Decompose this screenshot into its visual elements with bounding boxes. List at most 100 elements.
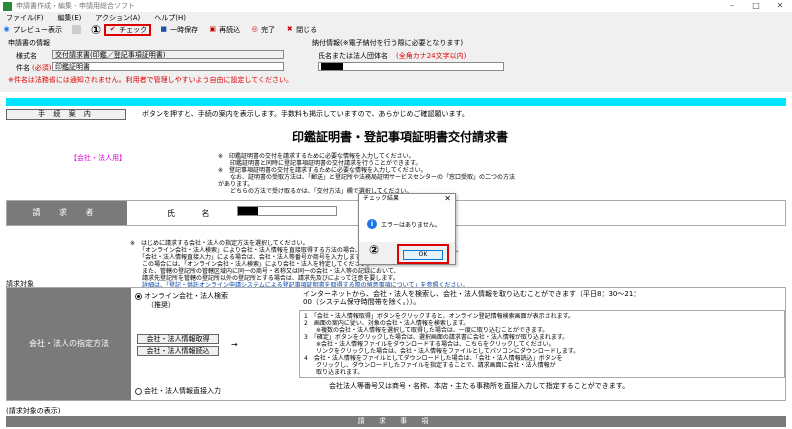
guide-text: ボタンを押すと、手続の案内を表示します。手数料も掲示していますので、あらかじめご… [142,110,469,118]
menu-action[interactable]: アクション(A) [95,13,140,23]
finish-label: 完了 [261,25,276,34]
direct-input-radio[interactable] [135,387,142,395]
form-name-label: 様式名 [16,52,37,60]
subject-label: 件名 [16,64,30,72]
save-draft-label: 一時保存 [170,25,199,34]
menu-edit[interactable]: 編集(E) [58,13,82,23]
close-label: 閉じる [296,25,318,34]
step1-marker: ① [91,22,102,37]
check-label: チェック [119,25,148,34]
step-line: ※会社・法人情報ファイルをダウンロードする場合は、こちらをクリックしてください。 [304,341,555,348]
step-line: 取り込まれます。 [304,369,364,376]
main-notes: ※ 印鑑証明書の交付を請求するために必要な情報を入力してください。 印鑑証明書と… [218,153,518,195]
subject-notes: ※ はじめに請求する会社・法人の指定方法を選択してください。 「オンライン会社・… [130,240,560,289]
finish-icon: ◎ [251,25,258,33]
steps-box: 1 「会社・法人情報取得」ボタンをクリックすると、オンライン登記情報検索画面が表… [299,310,785,378]
step-line: 3 「確定」ボタンをクリックした場合は、選択画面の請求書に会社・法人情報が取り込… [304,334,569,341]
payment-title: 納付情報(※電子納付を行う際に必要となります) [312,39,464,47]
menu-file[interactable]: ファイル(F) [6,13,44,23]
specify-method-row: 会社・法人の指定方法 オンライン会社・法人検索 （推奨） インターネットから、会… [6,287,786,401]
subject-note: 「オンライン会社・法人検索」により会社・法人情報を直接取得する方法の場合、会社・… [130,247,463,254]
direct-input-option[interactable]: 会社・法人情報直接入力 [135,386,221,396]
ok-button[interactable]: OK [403,250,443,260]
subject-note: ※ はじめに請求する会社・法人の指定方法を選択してください。 [130,240,309,247]
window-title: 申請書作成・編集 - 申請用総合ソフト [16,2,135,10]
payer-hint: (全角カナ24文字以内) [396,52,467,60]
finish-button[interactable]: ◎ 完了 [248,24,277,35]
cyan-separator [6,98,786,106]
request-info-title: 申請書の情報 [8,39,50,47]
payer-label: 氏名または法人団体名 [318,52,388,60]
dialog-title: チェック結果 [363,195,400,202]
reload-label: 再読込 [219,25,241,34]
menu-help[interactable]: ヘルプ(H) [154,13,186,23]
step-line: リンクをクリックした場合は、会社・法人情報をファイルとしてパソコンにダウンロード… [304,348,580,355]
maximize-button[interactable]: □ [746,0,766,12]
minimize-button[interactable]: – [722,0,742,12]
subject-note: 「会社・法人情報直接入力」による場合は、会社・法人等番号か商号を入力します。 [130,254,367,261]
payer-input[interactable] [318,62,504,71]
load-corp-info-button[interactable]: 会社・法人情報読込 [137,346,219,356]
requester-label: 請 求 者 [7,201,127,225]
document-icon [72,25,81,34]
subject-note: 請求先登記所を管轄の登記所以外の登記所とする場合は、請求先及びによって注意を要し… [130,275,399,282]
request-items-bar: 請 求 事 項 [6,416,786,427]
name-label: 氏 名 [167,209,222,218]
save-icon: ■ [160,25,167,33]
display-section-label: (請求対象の表示) [6,407,61,415]
close-button[interactable]: ✖ 閉じる [283,24,319,35]
step-line: 4 会社・法人情報をファイルとしてダウンロードした場合は、「会社・法人情報読込」… [304,355,563,362]
online-desc: インターネットから、会社・法人を検索し、会社・法人情報を取り込むことができます（… [303,290,641,306]
name-input[interactable] [237,206,337,216]
main-note: なお、証明書の受取方法は、「郵送」と登記所や法務局証明サービスセンターの「窓口受… [218,174,516,188]
form-heading: 印鑑証明書・登記事項証明書交付請求書 [291,130,508,144]
subject-input[interactable]: 印鑑証明書 [52,62,284,71]
direct-input-label: 会社・法人情報直接入力 [144,387,221,395]
toolbar: ◉ プレビュー表示 ① ✔ チェック ■ 一時保存 ▣ 再読込 ◎ 完了 ✖ 閉… [0,22,792,37]
gap-icon-button[interactable] [70,24,85,35]
arrow-icon: → [231,340,238,349]
subject-note: この場合には、「オンライン会社・法人検索」により会社・法人を特定してください。 [130,261,373,268]
redacted-block [321,63,343,70]
get-corp-info-button[interactable]: 会社・法人情報取得 [137,334,219,344]
save-draft-button[interactable]: ■ 一時保存 [157,24,200,35]
dialog-close-button[interactable]: ✕ [444,194,451,204]
redacted-block [238,207,258,215]
recommended-label: （推奨） [147,301,175,309]
online-search-label: オンライン会社・法人検索 [144,292,228,300]
main-note: 印鑑証明書と同時に登記事項証明書の交付請求を行うことができます。 [218,160,422,167]
step2-marker: ② [369,243,380,257]
guide-button[interactable]: 手 続 案 内 [6,109,126,120]
check-icon: ✔ [109,25,116,33]
online-search-radio[interactable] [135,292,142,300]
main-note: ※ 登記事項証明書の交付を請求するために必要な情報を入力してください。 [218,167,427,174]
steps-list: 1 「会社・法人情報取得」ボタンをクリックすると、オンライン登記情報検索画面が表… [300,311,784,378]
specify-method-label: 会社・法人の指定方法 [7,288,131,400]
step-line: 2 画面の案内に従い、対象の会社・法人情報を検索します。 [304,320,470,327]
close-window-button[interactable]: ✕ [770,0,790,12]
subject-note: また、管轄の登記所の管轄区域内に同一の商号・名称又は同一の会社・法人等の記録にお… [130,268,400,275]
preview-button[interactable]: ◉ プレビュー表示 [0,24,64,35]
menu-bar: ファイル(F) 編集(E) アクション(A) ヘルプ(H) [0,12,792,23]
required-mark: (必須) [32,64,52,72]
form-name-field: 交付請求書(印鑑／登記事項証明書) [52,50,284,59]
preview-icon: ◉ [3,25,10,33]
check-button[interactable]: ✔ チェック [104,23,152,36]
close-icon: ✖ [286,25,293,33]
preview-label: プレビュー表示 [13,25,62,34]
dialog-message: エラーはありません。 [381,222,441,229]
step-line: クリックし、ダウンロードしたファイルを指定することで、請求画面に会社・法人情報が [304,362,556,369]
subject-note: ※件名は法務省には通知されません。利用者で管理しやすいよう自由に設定してください… [8,76,294,84]
title-bar: 申請書作成・編集 - 申請用総合ソフト – □ ✕ [0,0,792,12]
app-icon [3,1,12,11]
info-icon: i [367,219,377,229]
direct-desc: 会社法人等番号又は商号・名称、本店・主たる事務所を直接入力して指定することができ… [329,382,630,390]
ok-highlight: OK [397,244,449,264]
step-line: ※複数の会社・法人情報を選択して取得した場合は、一度に取り込むことができます。 [304,327,549,334]
corp-tag: 【会社・法人用】 [70,154,126,162]
request-info-panel: 申請書の情報 様式名 交付請求書(印鑑／登記事項証明書) 件名 (必須) 印鑑証… [0,36,792,92]
step-line: 1 「会社・法人情報取得」ボタンをクリックすると、オンライン登記情報検索画面が表… [304,313,574,320]
reload-icon: ▣ [209,25,216,33]
main-note: ※ 印鑑証明書の交付を請求するために必要な情報を入力してください。 [218,153,415,160]
reload-button[interactable]: ▣ 再読込 [206,24,242,35]
